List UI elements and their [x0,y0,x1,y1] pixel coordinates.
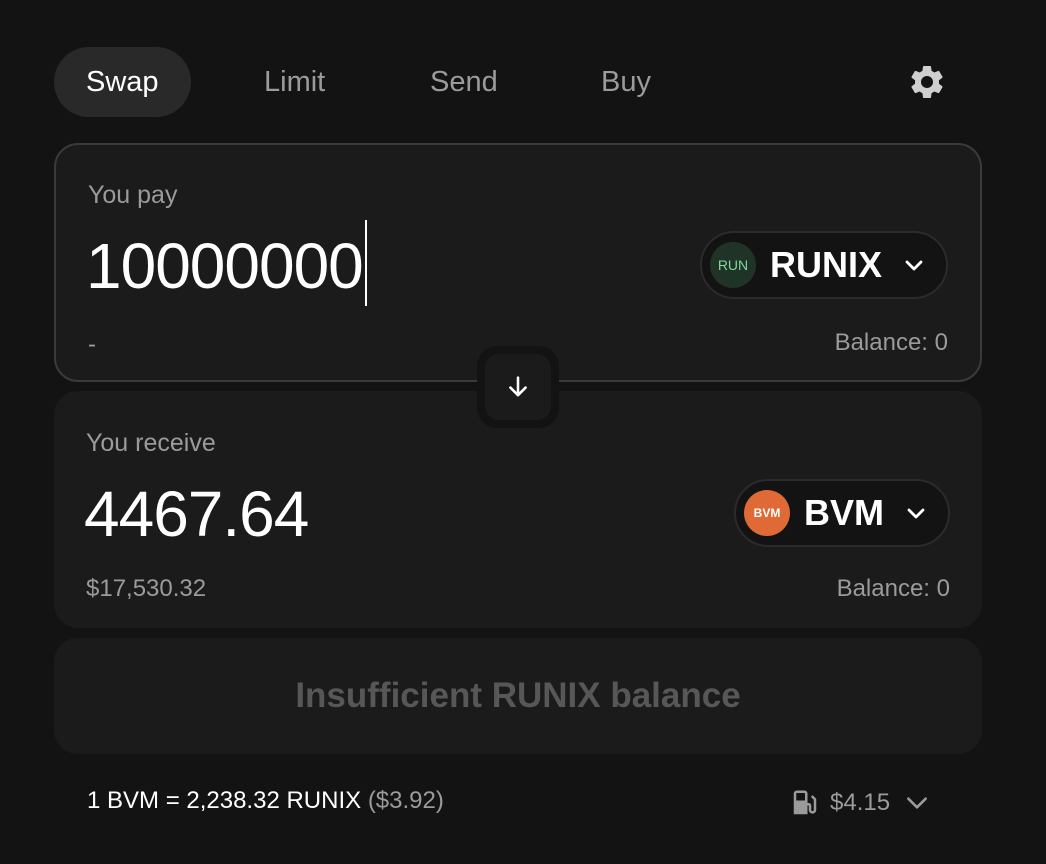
gas-fee-toggle[interactable]: $4.15 [790,786,930,820]
receive-token-selector[interactable]: BVM BVM [734,479,950,547]
bvm-logo: BVM [744,490,790,536]
tab-buy[interactable]: Buy [601,47,651,117]
chevron-down-icon [907,797,928,809]
gear-icon[interactable] [907,62,947,102]
pay-usd-value: - [88,331,96,358]
pay-token-selector[interactable]: RUN RUNIX [699,231,948,299]
receive-usd-value: $17,530.32 [86,575,207,602]
rate-usd: ($3.92) [367,787,444,814]
gas-fee-value: $4.15 [830,789,891,816]
rate-text: 1 BVM = 2,238.32 RUNIX [87,787,362,814]
chevron-down-icon [905,260,923,271]
receive-amount[interactable]: 4467.64 [84,477,309,551]
swap-tabs: Swap Limit Send Buy [54,47,974,117]
runix-logo-text: RUN [717,257,749,273]
arrow-down-icon [509,376,527,397]
text-caret [364,220,367,306]
receive-label: You receive [86,429,216,457]
runix-logo: RUN [709,242,756,288]
tab-swap[interactable]: Swap [54,47,191,117]
gas-pump-icon [793,790,817,815]
receive-token-symbol: BVM [804,492,884,533]
pay-amount-value: 10000000 [86,230,364,302]
chevron-down-icon [907,508,925,519]
pay-label: You pay [88,181,178,209]
flip-tokens-button[interactable] [477,346,559,428]
tab-limit[interactable]: Limit [264,47,325,117]
pay-amount-input[interactable]: 10000000 [86,220,367,306]
receive-balance: Balance: 0 [836,575,950,602]
pay-token-symbol: RUNIX [769,244,882,285]
exchange-rate[interactable]: 1 BVM = 2,238.32 RUNIX ($3.92) [87,787,444,815]
pay-balance: Balance: 0 [834,329,948,356]
insufficient-balance-button[interactable]: Insufficient RUNIX balance [54,638,982,754]
tab-send[interactable]: Send [430,47,498,117]
bvm-logo-text: BVM [753,506,781,520]
